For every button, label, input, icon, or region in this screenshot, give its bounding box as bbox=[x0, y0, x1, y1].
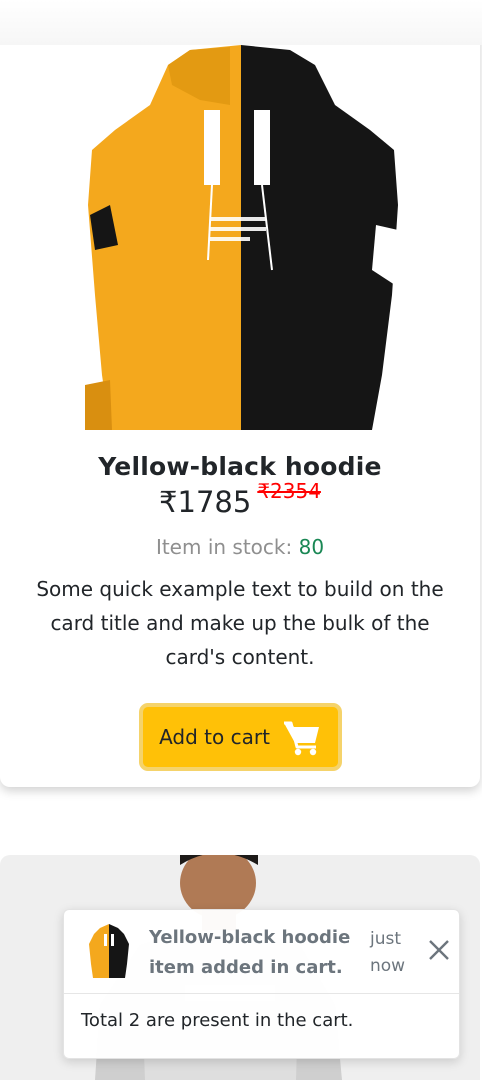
toast-body: Total 2 are present in the cart. bbox=[81, 1010, 354, 1031]
stock-count: 80 bbox=[298, 535, 325, 559]
hoodie-image bbox=[85, 45, 398, 430]
toast-time: just now bbox=[370, 929, 406, 976]
product-description: Some quick example text to build on the … bbox=[36, 577, 444, 669]
card-body: Yellow-black hoodie ₹1785 ₹2354 Item in s… bbox=[0, 440, 480, 674]
cart-toast: Yellow-black hoodie item added in cart. … bbox=[63, 909, 460, 1059]
card-top-strip bbox=[0, 0, 482, 45]
toast-header: Yellow-black hoodie item added in cart. … bbox=[64, 910, 459, 994]
toast-hoodie-thumbnail bbox=[89, 924, 129, 978]
stock-label: Item in stock: bbox=[155, 535, 299, 559]
product-card: Yellow-black hoodie ₹1785 ₹2354 Item in s… bbox=[0, 0, 482, 787]
toast-title: Yellow-black hoodie item added in cart. bbox=[149, 927, 351, 978]
stock-info: Item in stock: 80 bbox=[0, 535, 480, 559]
add-to-cart-label: Add to cart bbox=[159, 725, 270, 749]
shopping-cart-icon bbox=[283, 721, 319, 756]
add-to-cart-button[interactable]: Add to cart bbox=[139, 703, 342, 771]
price-row: ₹1785 ₹2354 bbox=[0, 479, 480, 525]
product-price: ₹1785 bbox=[159, 485, 252, 519]
product-original-price: ₹2354 bbox=[257, 479, 321, 503]
product-title: Yellow-black hoodie bbox=[98, 452, 382, 481]
close-icon[interactable] bbox=[426, 937, 452, 963]
